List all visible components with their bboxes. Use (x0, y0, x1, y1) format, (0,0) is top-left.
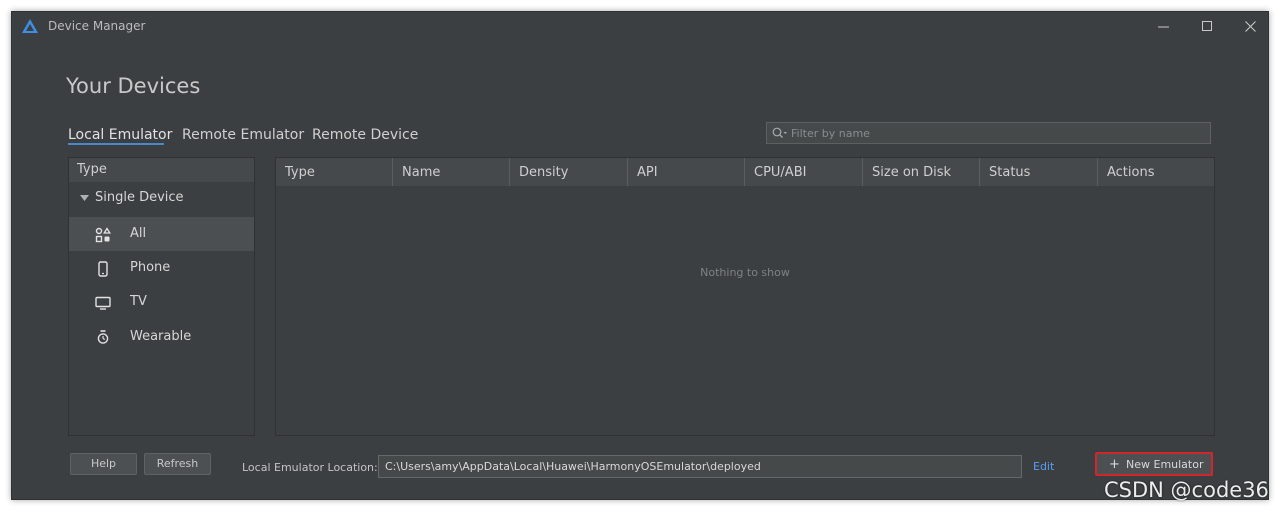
sidebar-item-label: Wearable (130, 329, 192, 344)
csdn-watermark: CSDN @code36 (1104, 478, 1269, 502)
filter-box (766, 122, 1211, 144)
filter-input[interactable] (791, 125, 1201, 141)
device-manager-window: Device Manager Your Devices Local Emulat… (11, 11, 1269, 500)
emulator-location-label: Local Emulator Location: (242, 461, 378, 474)
sidebar-group-label: Single Device (95, 190, 184, 205)
minimize-icon (1157, 26, 1169, 28)
sidebar-item-label: All (130, 226, 147, 241)
sidebar-header-label: Type (77, 162, 107, 177)
close-icon (1244, 21, 1256, 32)
column-header-name[interactable]: Name (393, 158, 510, 186)
maximize-button[interactable] (1193, 16, 1221, 38)
column-header-cpu-abi[interactable]: CPU/ABI (745, 158, 863, 186)
maximize-icon (1201, 21, 1212, 31)
page-title: Your Devices (66, 74, 201, 98)
plus-icon: + (1109, 457, 1120, 472)
tab-local-emulator[interactable]: Local Emulator (68, 127, 172, 143)
empty-table-message: Nothing to show (700, 266, 790, 279)
sidebar-item-label: TV (130, 294, 147, 309)
column-header-size-on-disk[interactable]: Size on Disk (863, 158, 980, 186)
device-type-sidebar: Type Single Device All Phone TV Wearable (68, 157, 255, 436)
column-header-actions[interactable]: Actions (1098, 158, 1214, 186)
window-title: Device Manager (48, 19, 146, 33)
sidebar-group-single-device[interactable]: Single Device (69, 188, 254, 210)
new-emulator-label: New Emulator (1126, 458, 1204, 471)
new-emulator-button[interactable]: + New Emulator (1095, 452, 1213, 476)
harmony-logo-icon (22, 19, 38, 33)
emulator-location-input[interactable] (378, 455, 1022, 478)
sidebar-item-wearable[interactable]: Wearable (69, 320, 254, 354)
devices-table: Type Name Density API CPU/ABI Size on Di… (275, 157, 1215, 436)
sidebar-header: Type (69, 158, 254, 182)
close-button[interactable] (1236, 16, 1264, 38)
table-header: Type Name Density API CPU/ABI Size on Di… (276, 158, 1214, 186)
column-header-density[interactable]: Density (510, 158, 628, 186)
watch-icon (97, 330, 109, 344)
refresh-button[interactable]: Refresh (144, 453, 211, 475)
tab-remote-emulator[interactable]: Remote Emulator (182, 127, 304, 143)
tv-icon (95, 296, 111, 310)
title-bar[interactable]: Device Manager (12, 12, 1268, 42)
all-devices-icon (95, 227, 111, 243)
triangle-down-icon[interactable] (80, 195, 89, 202)
search-icon[interactable] (772, 127, 788, 140)
phone-icon (98, 261, 108, 277)
help-button[interactable]: Help (70, 453, 137, 475)
tab-remote-device[interactable]: Remote Device (312, 127, 418, 143)
column-header-type[interactable]: Type (276, 158, 393, 186)
sidebar-item-all[interactable]: All (69, 217, 254, 251)
sidebar-item-tv[interactable]: TV (69, 285, 254, 319)
sidebar-item-phone[interactable]: Phone (69, 251, 254, 285)
sidebar-item-label: Phone (130, 260, 171, 275)
column-header-api[interactable]: API (628, 158, 745, 186)
column-header-status[interactable]: Status (980, 158, 1098, 186)
active-tab-indicator (68, 143, 164, 145)
edit-location-link[interactable]: Edit (1033, 460, 1054, 473)
minimize-button[interactable] (1149, 16, 1177, 38)
